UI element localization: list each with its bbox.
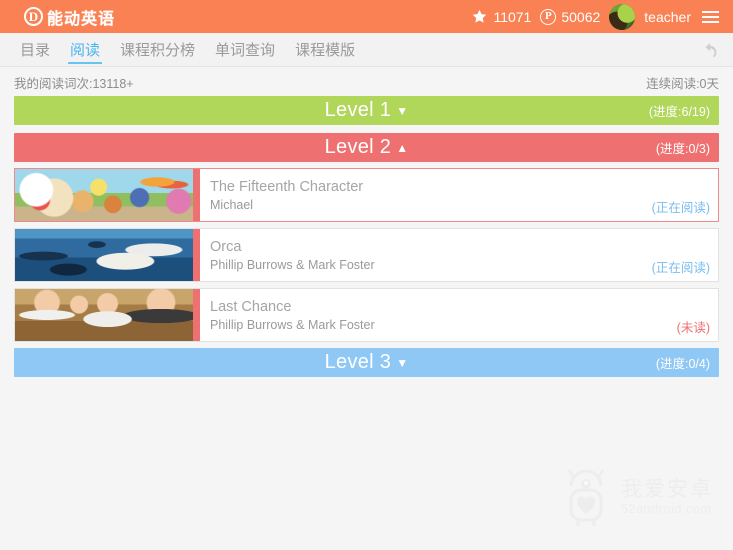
tab-word-lookup[interactable]: 单词查询 [205, 33, 285, 66]
book-info-3: Last Chance Phillip Burrows & Mark Foste… [200, 289, 718, 341]
book-info-1: The Fifteenth Character Michael (正在阅读) [200, 169, 718, 221]
watermark-text-group: 我爱安卓 52android.com [621, 478, 713, 517]
reading-stats-row: 我的阅读词次:13118+ 连续阅读:0天 [0, 67, 733, 96]
android-robot-icon [567, 469, 605, 526]
reading-words-count: 我的阅读词次:13118+ [14, 77, 134, 91]
watermark: 我爱安卓 52android.com [560, 466, 713, 528]
book-author-1: Michael [210, 197, 254, 212]
chevron-down-icon: ▼ [396, 103, 409, 118]
book-thumbnail-3 [15, 289, 193, 341]
table-row[interactable]: Last Chance Phillip Burrows & Mark Foste… [14, 288, 719, 342]
level-3-progress: (进度:0/4) [655, 357, 710, 371]
back-arrow-icon[interactable] [689, 33, 733, 66]
point-p-icon: P [540, 8, 557, 25]
point-count: 50062 [561, 8, 601, 25]
level-3-title-group: Level 3 ▼ [325, 351, 409, 374]
book-accent-bar-3 [193, 289, 200, 341]
levels-container: Level 1 ▼ (进度:6/19) Level 2 ▲ (进度:0/3) T… [0, 96, 733, 377]
coin-points-group[interactable]: P 50062 [540, 8, 601, 25]
level-2-progress: (进度:0/3) [655, 142, 710, 156]
table-row[interactable]: The Fifteenth Character Michael (正在阅读) [14, 168, 719, 222]
star-count: 11071 [493, 8, 532, 25]
star-points-group[interactable]: 11071 [471, 8, 531, 25]
level-1-label: Level 1 [324, 99, 392, 121]
username-label[interactable]: teacher [644, 9, 691, 25]
main-navigation: 目录 阅读 课程积分榜 单词查询 课程模版 [0, 33, 733, 67]
app-logo[interactable]: D 能动英语 [24, 5, 115, 29]
chevron-down-icon: ▼ [396, 355, 409, 370]
logo-brand-text: 能动英语 [47, 10, 116, 28]
level-2-label: Level 2 [324, 136, 392, 158]
book-info-2: Orca Phillip Burrows & Mark Foster (正在阅读… [200, 229, 718, 281]
book-accent-bar-2 [193, 229, 200, 281]
level-3-label: Level 3 [324, 351, 392, 373]
level-1-progress: (进度:6/19) [648, 105, 710, 119]
status-badge: (未读) [676, 321, 710, 335]
table-row[interactable]: Orca Phillip Burrows & Mark Foster (正在阅读… [14, 228, 719, 282]
level-1-title-group: Level 1 ▼ [325, 99, 409, 122]
book-author-3: Phillip Burrows & Mark Foster [210, 317, 375, 332]
star-icon [473, 9, 487, 23]
header-right-group: 11071 P 50062 teacher [471, 3, 721, 30]
logo-d-badge-icon: D [24, 7, 43, 26]
book-thumbnail-2 [15, 229, 193, 281]
book-title-3: Last Chance [210, 298, 292, 315]
reading-streak-count: 连续阅读:0天 [646, 77, 719, 91]
avatar[interactable] [609, 3, 636, 30]
chevron-up-icon: ▲ [396, 140, 409, 155]
book-title-1: The Fifteenth Character [210, 178, 364, 195]
book-thumbnail-1 [15, 169, 193, 221]
book-author-2: Phillip Burrows & Mark Foster [210, 257, 375, 272]
tab-course-leaderboard[interactable]: 课程积分榜 [110, 33, 205, 66]
level-header-3[interactable]: Level 3 ▼ (进度:0/4) [14, 348, 719, 377]
level-header-1[interactable]: Level 1 ▼ (进度:6/19) [14, 96, 719, 125]
book-title-2: Orca [210, 238, 242, 255]
tab-reading[interactable]: 阅读 [60, 33, 110, 66]
tab-catalog[interactable]: 目录 [10, 33, 60, 66]
tab-course-template[interactable]: 课程模版 [285, 33, 365, 66]
app-header: D 能动英语 11071 P 50062 teacher [0, 0, 733, 33]
book-accent-bar-1 [193, 169, 200, 221]
level-header-2[interactable]: Level 2 ▲ (进度:0/3) [14, 133, 719, 162]
status-badge: (正在阅读) [651, 261, 710, 275]
watermark-cn-text: 我爱安卓 [621, 477, 713, 501]
level-2-title-group: Level 2 ▲ [325, 136, 409, 159]
hamburger-menu-icon[interactable] [700, 9, 721, 25]
watermark-en-text: 52android.com [621, 501, 712, 516]
status-badge: (正在阅读) [651, 201, 710, 215]
